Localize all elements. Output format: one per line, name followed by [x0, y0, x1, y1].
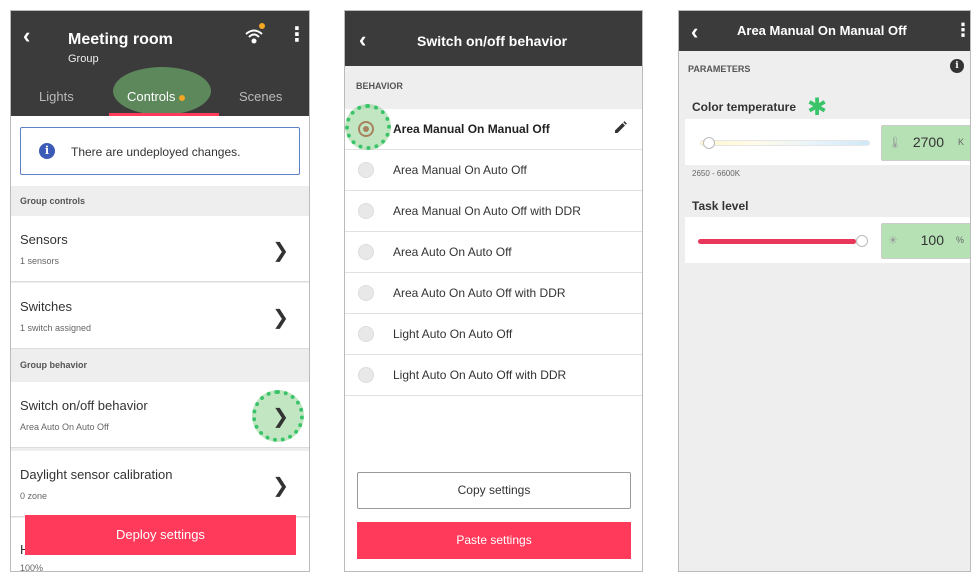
page-title: Area Manual On Manual Off: [737, 23, 907, 38]
task-level-input[interactable]: ☀ 100 %: [881, 223, 970, 259]
row-title: Sensors: [20, 232, 68, 247]
back-icon[interactable]: ‹: [691, 19, 698, 45]
option-row[interactable]: Area Auto On Auto Off: [345, 232, 642, 273]
undeployed-changes-banner: i There are undeployed changes.: [20, 127, 300, 175]
option-row[interactable]: Area Manual On Auto Off: [345, 150, 642, 191]
option-row[interactable]: Area Auto On Auto Off with DDR: [345, 273, 642, 314]
option-label: Light Auto On Auto Off with DDR: [393, 368, 567, 382]
section-header-parameters: PARAMETERS: [679, 51, 970, 87]
page-title: Switch on/off behavior: [417, 33, 568, 49]
tab-controls[interactable]: Controls: [127, 89, 186, 104]
unsaved-indicator: [179, 94, 186, 101]
row-switches[interactable]: Switches 1 switch assigned ❯: [11, 283, 309, 349]
tab-bar: Lights Controls Scenes: [11, 83, 309, 116]
app-bar: ‹ Switch on/off behavior: [345, 11, 642, 66]
row-title: Daylight sensor calibration: [20, 467, 173, 482]
section-header-group-controls: Group controls: [11, 186, 309, 216]
color-temperature-input[interactable]: 🌡 2700 K: [881, 125, 970, 161]
back-icon[interactable]: ‹: [359, 27, 366, 53]
option-row[interactable]: Light Auto On Auto Off with DDR: [345, 355, 642, 396]
task-level-unit: %: [955, 235, 964, 245]
row-daylight-calibration[interactable]: Daylight sensor calibration 0 zone ❯: [11, 451, 309, 517]
task-level-card: ☀ 100 %: [685, 217, 970, 263]
chevron-right-icon: ❯: [272, 473, 289, 497]
color-temperature-slider[interactable]: [700, 137, 870, 149]
row-sensors[interactable]: Sensors 1 sensors ❯: [11, 216, 309, 282]
app-bar: ‹ Meeting room Group ⋮ Lights Controls S…: [11, 11, 309, 116]
option-row[interactable]: Area Manual On Manual Off: [345, 104, 642, 150]
app-bar: ‹ Area Manual On Manual Off ⋮: [679, 11, 970, 51]
color-temperature-value: 2700: [912, 134, 944, 150]
row-subtitle: 100%: [20, 563, 44, 572]
option-label: Area Manual On Auto Off: [393, 163, 527, 177]
copy-settings-button[interactable]: Copy settings: [357, 472, 631, 509]
brightness-icon: ☀: [888, 235, 898, 247]
page-subtitle: Group: [68, 53, 99, 65]
section-header-group-behavior: Group behavior: [11, 350, 309, 380]
radio-unselected[interactable]: [358, 285, 374, 301]
behavior-parameters-screen: ‹ Area Manual On Manual Off ⋮ PARAMETERS…: [678, 10, 971, 572]
thermometer-icon: 🌡: [888, 137, 902, 149]
tab-lights[interactable]: Lights: [39, 89, 74, 104]
option-row[interactable]: Light Auto On Auto Off: [345, 314, 642, 355]
switch-behavior-screen: ‹ Switch on/off behavior BEHAVIOR Area M…: [344, 10, 643, 572]
row-title: Switch on/off behavior: [20, 398, 148, 413]
info-icon[interactable]: i: [950, 59, 964, 73]
color-temperature-range: 2650 - 6600K: [692, 169, 741, 178]
edit-icon[interactable]: [612, 120, 628, 136]
row-switch-behavior[interactable]: Switch on/off behavior Area Auto On Auto…: [11, 382, 309, 448]
slider-fill: [698, 239, 856, 244]
option-label: Area Auto On Auto Off with DDR: [393, 286, 566, 300]
row-subtitle: 0 zone: [20, 491, 48, 501]
radio-unselected[interactable]: [358, 244, 374, 260]
task-level-label: Task level: [692, 199, 749, 213]
section-header-behavior: BEHAVIOR: [345, 66, 642, 106]
info-icon: i: [39, 143, 55, 159]
more-options-icon[interactable]: ⋮: [954, 21, 970, 39]
slider-thumb[interactable]: [856, 235, 868, 247]
slider-thumb[interactable]: [702, 137, 715, 149]
option-row[interactable]: Area Manual On Auto Off with DDR: [345, 191, 642, 232]
radio-unselected[interactable]: [358, 367, 374, 383]
color-temperature-card: 🌡 2700 K: [685, 119, 970, 165]
radio-unselected[interactable]: [358, 162, 374, 178]
row-subtitle: 1 sensors: [20, 256, 60, 266]
row-subtitle: Area Auto On Auto Off: [20, 422, 109, 432]
meeting-room-screen: ‹ Meeting room Group ⋮ Lights Controls S…: [10, 10, 310, 572]
tab-scenes[interactable]: Scenes: [239, 89, 282, 104]
radio-unselected[interactable]: [358, 326, 374, 342]
paste-settings-button[interactable]: Paste settings: [357, 522, 631, 559]
color-temperature-unit: K: [957, 137, 964, 147]
radio-unselected[interactable]: [358, 203, 374, 219]
chevron-right-icon: ❯: [272, 404, 289, 428]
option-label: Area Manual On Auto Off with DDR: [393, 204, 581, 218]
tab-controls-label: Controls: [127, 89, 176, 104]
row-subtitle: 1 switch assigned: [20, 323, 92, 333]
chevron-right-icon: ❯: [272, 305, 289, 329]
deploy-settings-button[interactable]: Deploy settings: [25, 515, 296, 555]
star-icon: ✱: [807, 93, 828, 121]
notification-badge: [259, 23, 265, 29]
highlight-marker: [345, 104, 391, 150]
more-options-icon[interactable]: ⋮: [287, 25, 307, 45]
task-level-slider[interactable]: [698, 235, 868, 247]
row-title: Switches: [20, 299, 73, 314]
chevron-right-icon: ❯: [272, 238, 289, 262]
banner-text: There are undeployed changes.: [71, 145, 241, 159]
color-temperature-label: Color temperature: [692, 100, 797, 114]
page-title: Meeting room: [68, 31, 173, 48]
option-label: Light Auto On Auto Off: [393, 327, 513, 341]
back-icon[interactable]: ‹: [23, 23, 30, 49]
task-level-value: 100: [920, 232, 944, 248]
option-label: Area Auto On Auto Off: [393, 245, 512, 259]
option-label: Area Manual On Manual Off: [393, 122, 550, 136]
